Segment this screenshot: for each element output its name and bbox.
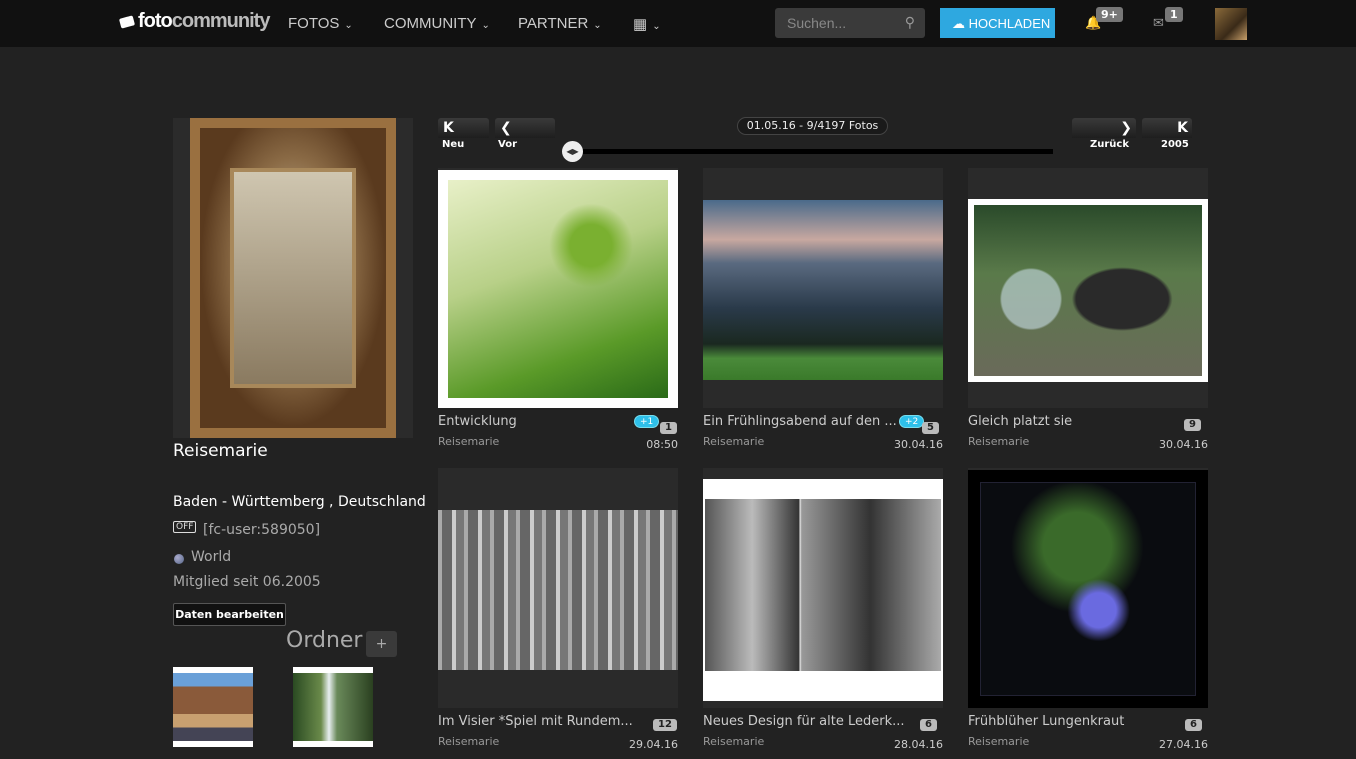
member-since: Mitglied seit 06.2005 xyxy=(173,574,321,590)
photo-author[interactable]: Reisemarie xyxy=(438,435,499,448)
edit-profile-button[interactable]: Daten bearbeiten xyxy=(173,603,286,626)
photo-card[interactable] xyxy=(968,468,1208,708)
profile-name: Reisemarie xyxy=(173,441,268,461)
photo-author[interactable]: Reisemarie xyxy=(968,435,1029,448)
folder-thumbnail[interactable] xyxy=(173,667,253,747)
fotocommunity-logo[interactable]: fotocommunity xyxy=(118,10,271,33)
photo-card[interactable] xyxy=(703,468,943,708)
notifications-badge: 9+ xyxy=(1096,7,1123,22)
logo-text-2: community xyxy=(171,10,271,32)
search-icon[interactable]: ⚲ xyxy=(905,14,915,31)
folders-title: Ordner xyxy=(286,628,363,653)
first-button[interactable]: K xyxy=(438,118,489,138)
globe-icon xyxy=(174,554,184,564)
photo-position-info: 01.05.16 - 9/4197 Fotos xyxy=(737,117,888,135)
first-page-icon: K xyxy=(443,120,454,136)
chevron-down-icon: ⌄ xyxy=(344,20,353,31)
comment-count: 1 xyxy=(660,422,677,434)
add-folder-button[interactable]: + xyxy=(366,631,397,657)
logo-text: foto xyxy=(138,10,173,32)
photo-title[interactable]: Frühblüher Lungenkraut xyxy=(968,714,1124,729)
user-avatar[interactable] xyxy=(1215,8,1247,40)
online-status-badge: OFF xyxy=(173,521,197,533)
last-button[interactable]: K xyxy=(1142,118,1192,138)
photo-date: 30.04.16 xyxy=(1159,438,1208,451)
photo-author[interactable]: Reisemarie xyxy=(703,735,764,748)
first-label: Neu xyxy=(442,139,465,150)
photo-date: 29.04.16 xyxy=(629,738,678,751)
menu-label: PARTNER xyxy=(518,15,589,32)
prev-label: Vor xyxy=(498,139,517,150)
comment-count: 6 xyxy=(1185,719,1202,731)
photo-title[interactable]: Gleich platzt sie xyxy=(968,414,1072,429)
chevron-left-icon: ❮ xyxy=(500,120,512,136)
photo-title[interactable]: Ein Frühlingsabend auf den ... xyxy=(703,414,897,429)
menu-apps[interactable]: ▦ ⌄ xyxy=(633,15,661,33)
menu-fotos[interactable]: FOTOS ⌄ xyxy=(288,15,353,32)
profile-world: World xyxy=(191,549,232,565)
upload-button[interactable]: ☁ HOCHLADEN xyxy=(940,8,1055,38)
new-comments-badge: +1 xyxy=(634,415,660,428)
slider-handle[interactable]: ◀▶ xyxy=(562,141,583,162)
new-comments-badge: +2 xyxy=(899,415,925,428)
comment-count: 6 xyxy=(920,719,937,731)
last-page-icon: K xyxy=(1177,120,1188,136)
menu-label: COMMUNITY xyxy=(384,15,477,32)
photo-date: 30.04.16 xyxy=(894,438,943,451)
upload-label: HOCHLADEN xyxy=(968,16,1051,31)
menu-label: FOTOS xyxy=(288,15,340,32)
search-placeholder: Suchen... xyxy=(787,15,847,31)
chevron-down-icon: ⌄ xyxy=(481,20,490,31)
next-label: Zurück xyxy=(1090,139,1129,150)
comment-count: 5 xyxy=(922,422,939,434)
cloud-icon: ☁ xyxy=(952,16,965,31)
user-id: [fc-user:589050] xyxy=(203,522,321,538)
timeline-slider[interactable] xyxy=(572,149,1053,154)
mail-icon[interactable]: ✉ xyxy=(1153,16,1164,31)
last-label: 2005 xyxy=(1161,139,1189,150)
photo-date: 27.04.16 xyxy=(1159,738,1208,751)
photo-author[interactable]: Reisemarie xyxy=(968,735,1029,748)
folder-thumbnail[interactable] xyxy=(293,667,373,747)
search-input[interactable]: Suchen... ⚲ xyxy=(775,8,925,38)
comment-count: 12 xyxy=(653,719,677,731)
chevron-right-icon: ❯ xyxy=(1120,120,1132,136)
messages-badge: 1 xyxy=(1165,7,1183,22)
photo-title[interactable]: Entwicklung xyxy=(438,414,517,429)
photo-card[interactable] xyxy=(703,168,943,408)
menu-community[interactable]: COMMUNITY ⌄ xyxy=(384,15,490,32)
photo-author[interactable]: Reisemarie xyxy=(703,435,764,448)
prev-button[interactable]: ❮ xyxy=(495,118,555,138)
top-navbar: fotocommunity FOTOS ⌄ COMMUNITY ⌄ PARTNER ⌄… xyxy=(0,0,1356,47)
photo-title[interactable]: Neues Design für alte Lederk... xyxy=(703,714,905,729)
photo-card[interactable] xyxy=(438,168,678,408)
comment-count: 9 xyxy=(1184,419,1201,431)
photo-card[interactable] xyxy=(438,468,678,708)
chevron-down-icon: ⌄ xyxy=(593,20,602,31)
photo-date: 28.04.16 xyxy=(894,738,943,751)
photo-title[interactable]: Im Visier *Spiel mit Rundem... xyxy=(438,714,633,729)
menu-partner[interactable]: PARTNER ⌄ xyxy=(518,15,602,32)
profile-photo[interactable] xyxy=(173,118,413,438)
profile-location: Baden - Württemberg , Deutschland xyxy=(173,494,426,510)
chevron-down-icon: ⌄ xyxy=(652,21,661,32)
photo-date: 08:50 xyxy=(646,438,678,451)
next-button[interactable]: ❯ xyxy=(1072,118,1136,138)
camera-icon xyxy=(118,15,136,29)
grid-icon: ▦ xyxy=(633,16,648,33)
photo-card[interactable] xyxy=(968,168,1208,408)
photo-author[interactable]: Reisemarie xyxy=(438,735,499,748)
